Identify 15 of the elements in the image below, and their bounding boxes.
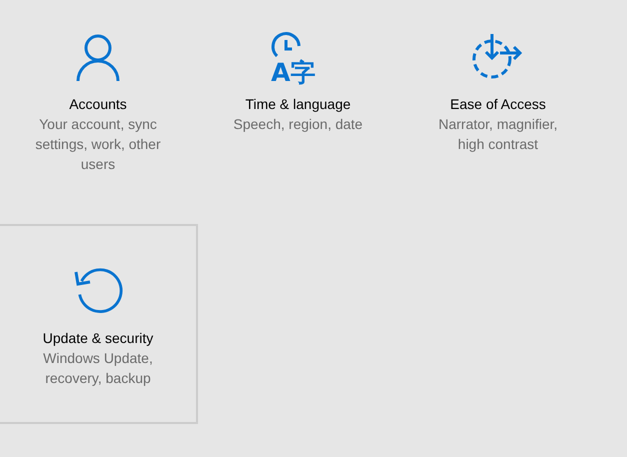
settings-tile[interactable]: Ease of Access Narrator, magnifier, high contrast [398, 0, 598, 190]
tile-title: Ease of Access [450, 95, 546, 114]
tile-description: Narrator, magnifier, high contrast [437, 115, 559, 154]
refresh-icon [72, 266, 124, 316]
clock-arrows-icon [472, 34, 524, 80]
tile-description: Speech, region, date [232, 115, 364, 134]
person-icon [76, 33, 120, 81]
tile-description: Your account, sync settings, work, other users [34, 115, 162, 174]
tile-description: Windows Update, recovery, backup [42, 348, 154, 388]
tile-title: Update & security [42, 328, 154, 348]
settings-tile[interactable]: A字 Time & language Speech, region, date [198, 0, 398, 190]
tile-title: Time & language [245, 95, 351, 114]
settings-tile[interactable]: Accounts Your account, sync settings, work, other users [0, 0, 198, 190]
settings-tile[interactable]: Update & security Windows Update, recovery, backup [0, 224, 198, 424]
tile-title: Accounts [69, 95, 127, 114]
